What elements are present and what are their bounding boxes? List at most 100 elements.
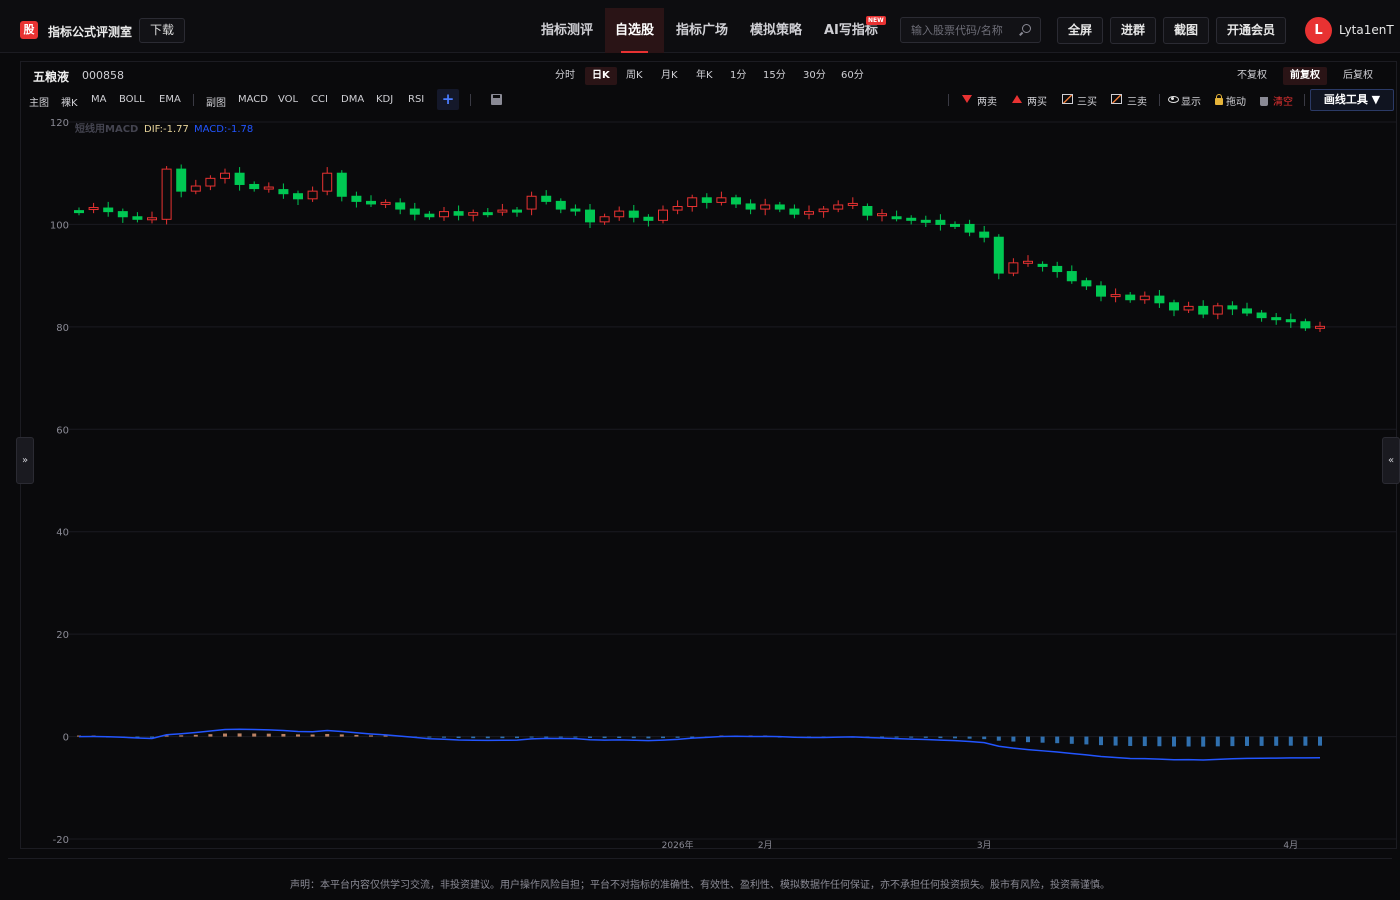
period-daily[interactable]: 日K (585, 67, 617, 85)
screenshot-button[interactable]: 截图 (1163, 17, 1210, 44)
draw-tools-button[interactable]: 画线工具 ▼ (1310, 89, 1394, 111)
macd-bar (996, 736, 1001, 741)
nav-indicator-review[interactable]: 指标测评 (531, 8, 603, 53)
nav-sim-strategy[interactable]: 模拟策略 (740, 8, 812, 53)
main-indicator-ema[interactable]: EMA (159, 94, 181, 105)
candle-body (336, 172, 347, 197)
nav-ai-indicator[interactable]: AI写指标 (814, 8, 888, 53)
sub-indicator-kdj[interactable]: KDJ (376, 94, 393, 105)
fuquan-none[interactable]: 不复权 (1230, 67, 1274, 85)
candle-body (1227, 305, 1238, 310)
fuquan-forward[interactable]: 前复权 (1283, 67, 1327, 85)
search-input[interactable] (911, 22, 1021, 38)
main-indicator-ma[interactable]: MA (91, 94, 106, 105)
macd-bar (281, 733, 286, 737)
username[interactable]: Lyta1enT (1339, 23, 1394, 37)
sub-indicator-cci[interactable]: CCI (311, 94, 328, 105)
avatar[interactable]: L (1305, 17, 1332, 44)
fuquan-backward[interactable]: 后复权 (1336, 67, 1380, 85)
candle-body (614, 210, 625, 218)
y-tick-label: 100 (50, 220, 69, 231)
candle-body (1052, 265, 1063, 273)
tool-sell2[interactable]: 两卖 (977, 93, 997, 108)
download-button[interactable]: 下载 (139, 18, 186, 43)
candle-body (1198, 305, 1209, 315)
macd-bar (339, 734, 344, 737)
candle-body (307, 190, 318, 200)
candle-body (950, 223, 960, 227)
y-tick-label: 40 (56, 528, 69, 539)
macd-bar (529, 736, 534, 738)
macd-bar (442, 736, 446, 738)
expand-left-toggle[interactable]: » (16, 437, 34, 484)
fullscreen-button[interactable]: 全屏 (1057, 17, 1104, 44)
macd-bar (1113, 736, 1118, 746)
candle-body (190, 185, 201, 192)
candle-body (439, 211, 449, 218)
candle-body (512, 209, 522, 213)
sub-indicator-dma[interactable]: DMA (341, 94, 364, 105)
macd-bar (1259, 736, 1264, 746)
macd-bar (1274, 736, 1279, 746)
sell3-line-icon (1111, 94, 1122, 104)
tool-drag[interactable]: 拖动 (1226, 93, 1246, 108)
period-intraday[interactable]: 分时 (548, 67, 582, 85)
add-indicator-button[interactable]: + (437, 89, 459, 110)
macd-label: MACD:-1.78 (194, 124, 253, 135)
sub-indicator-rsi[interactable]: RSI (408, 94, 424, 105)
nav-watchlist[interactable]: 自选股 (605, 8, 665, 53)
period-yearly[interactable]: 年K (689, 67, 720, 85)
nav-indicator-square[interactable]: 指标广场 (666, 8, 738, 53)
candle-body (804, 211, 814, 215)
divider (948, 94, 949, 106)
macd-bar (1303, 736, 1308, 746)
y-tick-label: -20 (53, 835, 69, 846)
period-30min[interactable]: 30分 (796, 67, 833, 85)
tool-sell3[interactable]: 三卖 (1127, 93, 1147, 108)
tool-buy3[interactable]: 三买 (1077, 93, 1097, 108)
period-15min[interactable]: 15分 (756, 67, 793, 85)
sub-indicator-macd[interactable]: MACD (238, 94, 268, 105)
candle-body (1300, 321, 1311, 329)
macd-bar (1011, 736, 1016, 742)
period-1min[interactable]: 1分 (723, 67, 753, 85)
y-tick-label: 60 (56, 425, 69, 436)
vip-button[interactable]: 开通会员 (1216, 17, 1287, 44)
stock-search[interactable] (900, 17, 1041, 43)
candle-body (74, 210, 84, 214)
macd-bar (967, 736, 972, 739)
tool-clear[interactable]: 清空 (1273, 93, 1293, 108)
divider (470, 94, 471, 106)
sub-indicator-vol[interactable]: VOL (278, 94, 298, 105)
expand-right-toggle[interactable]: « (1382, 437, 1400, 484)
candle-body (847, 202, 858, 206)
candle-body (891, 216, 902, 220)
period-60min[interactable]: 60分 (834, 67, 871, 85)
macd-bar (193, 734, 198, 737)
candle-body (774, 204, 785, 210)
tool-buy2[interactable]: 两买 (1027, 93, 1047, 108)
kline-chart[interactable]: 120 100 80 60 40 20 0 -20 2026年 2月 3月 4月 短线用MACD D… (21, 114, 1396, 849)
macd-bar (1084, 736, 1089, 745)
period-weekly[interactable]: 周K (619, 67, 650, 85)
tool-show[interactable]: 显示 (1181, 93, 1201, 108)
candle-body (701, 197, 712, 203)
period-monthly[interactable]: 月K (654, 67, 685, 85)
macd-bar (909, 736, 914, 738)
main-indicator-nakedk[interactable]: 裸K (61, 94, 78, 109)
candle-body (731, 197, 741, 205)
macd-bar (208, 734, 213, 737)
app-logo: 股 (20, 21, 38, 39)
candle-body (979, 231, 990, 238)
candle-body (585, 209, 595, 223)
candle-body (570, 208, 581, 212)
candle-body (760, 204, 771, 210)
candle-body (103, 207, 114, 213)
search-icon[interactable] (1022, 24, 1031, 33)
main-indicator-boll[interactable]: BOLL (119, 94, 145, 105)
macd-bar (1215, 736, 1220, 747)
dif-label: DIF:-1.77 (144, 124, 189, 135)
join-group-button[interactable]: 进群 (1110, 17, 1157, 44)
save-icon[interactable] (491, 94, 502, 105)
candle-body (1212, 305, 1223, 315)
